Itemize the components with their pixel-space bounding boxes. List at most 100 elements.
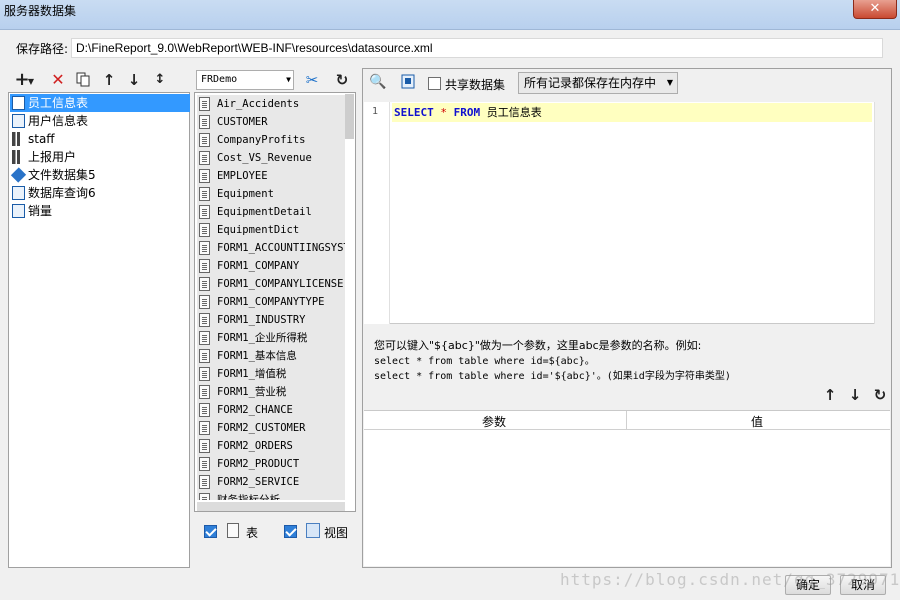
table-item-label: FORM2_SERVICE — [217, 476, 300, 488]
table-item-label: FORM1_企业所得税 — [217, 332, 308, 344]
table-item[interactable]: FORM1_基本信息 — [197, 347, 345, 365]
table-item[interactable]: Equipment — [197, 185, 345, 203]
share-dataset-checkbox[interactable] — [428, 77, 441, 90]
table-doc-icon — [199, 277, 210, 291]
table-item-label: FORM2_ORDERS — [217, 440, 293, 452]
table-item[interactable]: FORM1_营业税 — [197, 383, 345, 401]
table-item[interactable]: Cost_VS_Revenue — [197, 149, 345, 167]
param-hint-line-2: select * from table where id=${abc}。 — [374, 356, 595, 367]
delete-icon[interactable]: ✕ — [48, 70, 68, 90]
chart-dataset-icon — [12, 132, 25, 146]
dataset-item[interactable]: 员工信息表 — [10, 94, 190, 112]
table-item[interactable]: FORM1_COMPANYTYPE — [197, 293, 345, 311]
table-item[interactable]: FORM2_CHANCE — [197, 401, 345, 419]
chart-dataset-icon — [12, 150, 25, 164]
show-views-checkbox[interactable] — [284, 525, 297, 538]
table-filter-row: 表 视图 — [194, 514, 356, 566]
dataset-item[interactable]: staff — [10, 130, 190, 148]
window-title: 服务器数据集 — [4, 4, 77, 18]
table-item-label: FORM1_ACCOUNTIINGSYSTEM — [217, 242, 345, 254]
table-item-label: FORM2_CHANCE — [217, 404, 293, 416]
dataset-item-label: 员工信息表 — [28, 96, 89, 110]
table-item[interactable]: FORM1_企业所得税 — [197, 329, 345, 347]
param-refresh-icon[interactable]: ↻ — [870, 385, 890, 405]
table-doc-icon — [199, 295, 210, 309]
move-up-icon[interactable]: ↑ — [99, 70, 119, 90]
table-item[interactable]: EMPLOYEE — [197, 167, 345, 185]
table-doc-icon — [199, 97, 210, 111]
dataset-item[interactable]: 销量 — [10, 202, 190, 220]
connection-select-value: FRDemo — [201, 74, 238, 85]
show-tables-checkbox[interactable] — [204, 525, 217, 538]
table-item-label: FORM1_COMPANY — [217, 260, 300, 272]
param-hint-line-1: 您可以键入"${abc}"做为一个参数，这里abc是参数的名称。例如: — [374, 339, 702, 352]
table-item[interactable]: EquipmentDict — [197, 221, 345, 239]
table-item-label: FORM2_CUSTOMER — [217, 422, 306, 434]
table-item-label: FORM1_INDUSTRY — [217, 314, 306, 326]
sort-icon[interactable]: ↕ — [150, 70, 170, 90]
table-item-label: CompanyProfits — [217, 134, 306, 146]
table-item[interactable]: FORM1_COMPANY — [197, 257, 345, 275]
table-item[interactable]: FORM2_PRODUCT — [197, 455, 345, 473]
param-move-down-icon[interactable]: ↓ — [845, 385, 865, 405]
table-item-label: Cost_VS_Revenue — [217, 152, 312, 164]
table-item-label: FORM1_增值税 — [217, 368, 287, 380]
connection-select[interactable]: FRDemo ▼ — [196, 70, 294, 90]
table-item-label: Air_Accidents — [217, 98, 300, 110]
dataset-item-label: 上报用户 — [28, 150, 77, 164]
dataset-item-label: 用户信息表 — [28, 114, 89, 128]
table-item[interactable]: FORM2_SERVICE — [197, 473, 345, 491]
dataset-item[interactable]: 数据库查询6 — [10, 184, 190, 202]
copy-icon[interactable] — [73, 70, 93, 90]
chevron-down-icon: ▼ — [666, 78, 673, 87]
dataset-item[interactable]: 文件数据集5 — [10, 166, 190, 184]
table-item[interactable]: Air_Accidents — [197, 95, 345, 113]
param-move-up-icon[interactable]: ↑ — [820, 385, 840, 405]
table-doc-icon — [199, 475, 210, 489]
vscrollbar[interactable] — [874, 102, 890, 324]
table-doc-icon — [199, 169, 210, 183]
save-path-field[interactable]: D:\FineReport_9.0\WebReport\WEB-INF\reso… — [71, 38, 883, 58]
table-doc-icon — [199, 313, 210, 327]
table-item[interactable]: FORM1_增值税 — [197, 365, 345, 383]
table-scrollbar[interactable] — [345, 94, 354, 139]
table-item-label: Equipment — [217, 188, 274, 200]
memory-option-select[interactable]: 所有记录都保存在内存中 ▼ — [518, 72, 678, 94]
dataset-item[interactable]: 上报用户 — [10, 148, 190, 166]
table-item[interactable]: FORM1_INDUSTRY — [197, 311, 345, 329]
table-doc-icon — [199, 205, 210, 219]
dataset-item[interactable]: 用户信息表 — [10, 112, 190, 130]
table-item-label: 财务指标分析 — [217, 494, 280, 500]
title-bar: 服务器数据集 ✕ — [0, 0, 900, 30]
table-item[interactable]: FORM1_ACCOUNTIINGSYSTEM — [197, 239, 345, 257]
table-item-label: FORM1_COMPANYLICENSE — [217, 278, 344, 290]
close-button[interactable]: ✕ — [853, 0, 897, 19]
show-views-label: 视图 — [324, 526, 349, 540]
sql-editor[interactable]: 1 — [364, 102, 890, 324]
table-item-label: FORM1_营业税 — [217, 386, 287, 398]
table-item[interactable]: 财务指标分析 — [197, 491, 345, 500]
params-col-param: 参数 — [482, 415, 507, 429]
table-item[interactable]: FORM2_CUSTOMER — [197, 419, 345, 437]
sql-keyword-from: FROM — [453, 106, 481, 119]
table-item[interactable]: CompanyProfits — [197, 131, 345, 149]
save-path-label: 保存路径: — [16, 42, 69, 56]
move-down-icon[interactable]: ↓ — [124, 70, 144, 90]
preview-icon[interactable]: 🔍 — [368, 72, 388, 92]
refresh-icon[interactable]: ↻ — [332, 70, 352, 90]
table-item[interactable]: CUSTOMER — [197, 113, 345, 131]
table-hscrollbar[interactable] — [197, 502, 345, 511]
table-item[interactable]: FORM1_COMPANYLICENSE — [197, 275, 345, 293]
param-icon[interactable] — [398, 72, 418, 92]
table-doc-icon — [199, 133, 210, 147]
table-item[interactable]: FORM2_ORDERS — [197, 437, 345, 455]
connection-settings-icon[interactable]: ✂ — [302, 70, 322, 90]
params-header: 参数 值 — [364, 411, 890, 430]
table-doc-icon — [199, 187, 210, 201]
table-item[interactable]: EquipmentDetail — [197, 203, 345, 221]
dataset-item-label: 数据库查询6 — [28, 186, 96, 200]
sql-line-1[interactable]: SELECT * FROM 员工信息表 — [392, 103, 872, 122]
table-doc-icon — [199, 403, 210, 417]
share-dataset-label: 共享数据集 — [445, 78, 506, 92]
chevron-down-icon[interactable]: ▼ — [26, 72, 36, 92]
